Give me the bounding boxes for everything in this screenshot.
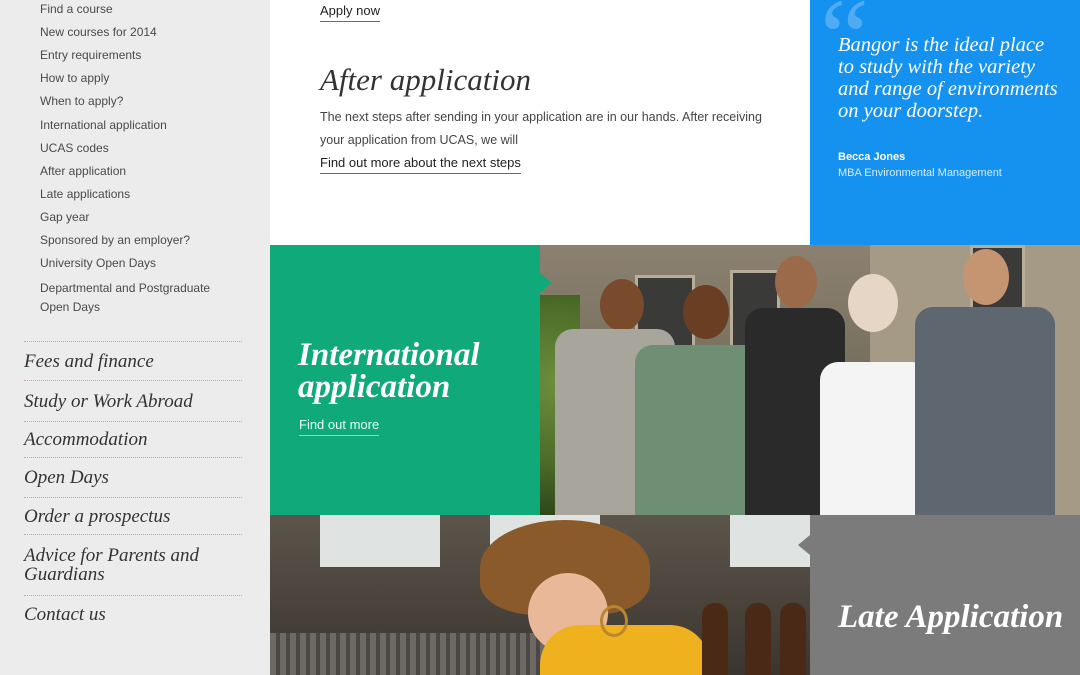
quote-author-role: MBA Environmental Management: [838, 167, 1002, 179]
main-nav-advice-for-parents[interactable]: Advice for Parents and Guardians: [24, 535, 242, 596]
sub-nav-international-application[interactable]: International application: [40, 118, 240, 133]
students-group-photo: [540, 245, 1080, 515]
photo-person: [915, 245, 1055, 515]
late-application-tile[interactable]: Late Application: [798, 515, 1080, 675]
apply-now-link[interactable]: Apply now: [320, 3, 380, 22]
next-steps-link[interactable]: Find out more about the next steps: [320, 155, 521, 174]
sub-nav-after-application[interactable]: After application: [40, 164, 240, 179]
main-nav-list: Fees and finance Study or Work Abroad Ac…: [24, 341, 242, 632]
photo-earring: [600, 605, 628, 637]
photo-window: [320, 515, 440, 567]
photo-banister: [745, 603, 771, 675]
page-heading: After application: [320, 62, 531, 97]
main-nav-fees-and-finance[interactable]: Fees and finance: [24, 342, 242, 381]
sub-nav-late-applications[interactable]: Late applications: [40, 187, 240, 202]
after-application-section: Apply now After application The next ste…: [270, 0, 810, 245]
photo-radiator: [270, 633, 570, 675]
sub-nav-departmental-open-days[interactable]: Departmental and Postgraduate Open Days: [40, 279, 240, 317]
sub-nav-new-courses[interactable]: New courses for 2014: [40, 25, 240, 40]
pointer-arrow-icon: [798, 535, 810, 555]
sub-nav-how-to-apply[interactable]: How to apply: [40, 71, 240, 86]
intro-paragraph: The next steps after sending in your app…: [320, 110, 762, 147]
quote-author: Becca Jones: [838, 151, 906, 163]
sub-nav-entry-requirements[interactable]: Entry requirements: [40, 48, 240, 63]
sub-nav-university-open-days[interactable]: University Open Days: [40, 256, 240, 271]
testimonial-quote: “ Bangor is the ideal place to study wit…: [810, 0, 1080, 245]
student-reading-photo: [270, 515, 810, 675]
main-nav-order-a-prospectus[interactable]: Order a prospectus: [24, 498, 242, 535]
international-find-out-more-link[interactable]: Find out more: [299, 417, 380, 436]
quote-text: Bangor is the ideal place to study with …: [838, 34, 1058, 122]
main-nav-open-days[interactable]: Open Days: [24, 458, 242, 498]
international-title: International application: [298, 337, 480, 405]
sub-nav-ucas-codes[interactable]: UCAS codes: [40, 141, 240, 156]
main-nav-accommodation[interactable]: Accommodation: [24, 422, 242, 458]
main-nav-contact-us[interactable]: Contact us: [24, 596, 242, 632]
international-application-tile[interactable]: International application Find out more: [270, 245, 552, 515]
photo-banister: [780, 603, 806, 675]
pointer-arrow-icon: [540, 273, 552, 293]
sidebar: Find a course New courses for 2014 Entry…: [0, 0, 270, 675]
sub-nav-when-to-apply[interactable]: When to apply?: [40, 94, 240, 109]
sub-nav-find-a-course[interactable]: Find a course: [40, 2, 240, 17]
main-nav-study-or-work-abroad[interactable]: Study or Work Abroad: [24, 381, 242, 422]
photo-banister: [702, 603, 728, 675]
sub-nav-sponsored-by-employer[interactable]: Sponsored by an employer?: [40, 233, 240, 248]
late-application-title: Late Application: [838, 599, 1064, 635]
photo-shirt: [540, 625, 710, 675]
sub-nav-gap-year[interactable]: Gap year: [40, 210, 240, 225]
